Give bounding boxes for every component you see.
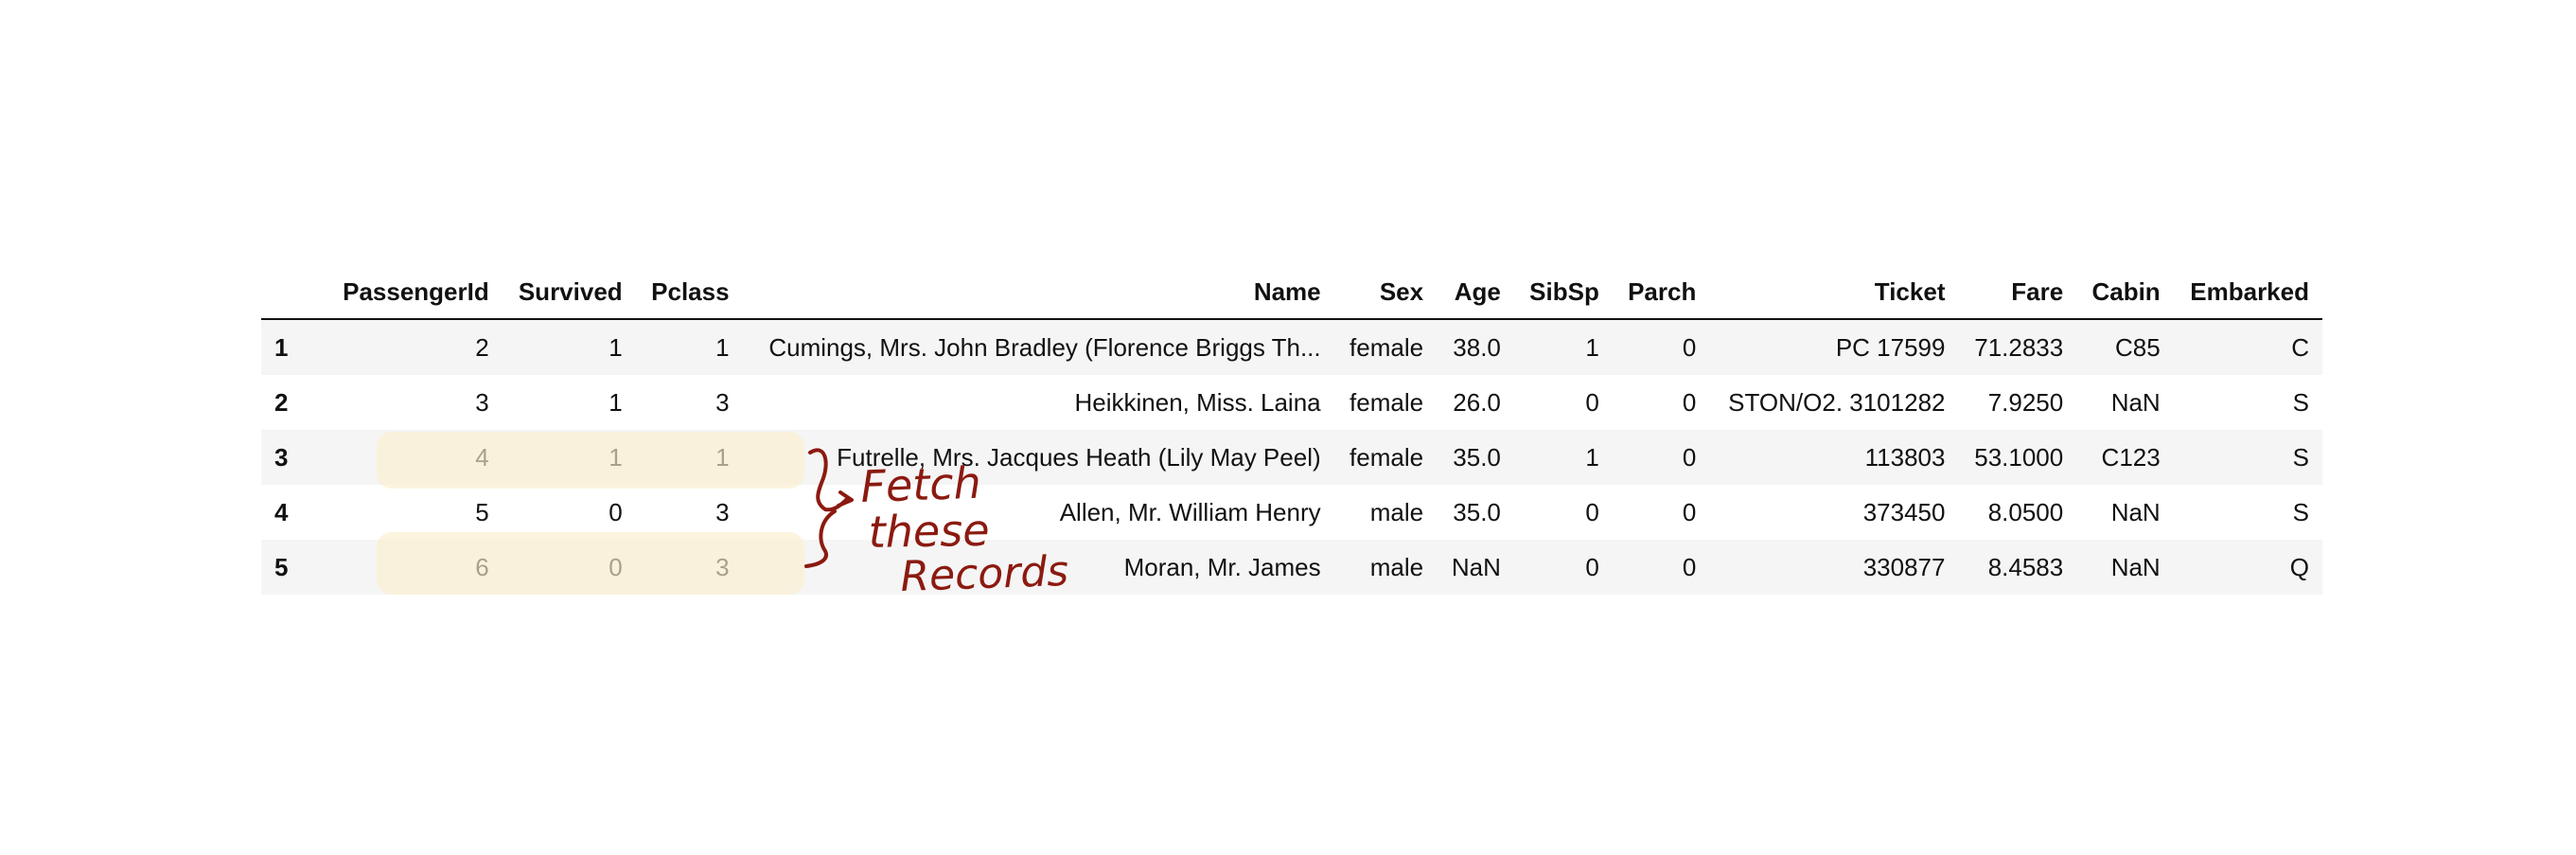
cell-pclass: 3: [715, 497, 730, 526]
cell-survived: 0: [609, 552, 623, 581]
dataframe-view: PassengerId Survived Pclass Name Sex Age…: [0, 0, 2576, 855]
cell-passengerid: 3: [475, 387, 489, 417]
cell-pclass: 3: [715, 387, 730, 417]
cell-ticket: 113803: [1864, 442, 1946, 472]
cell-survived: 1: [609, 332, 623, 362]
cell-fare: 53.1000: [1974, 442, 2064, 472]
row-index: 5: [274, 552, 289, 581]
cell-embarked: Q: [2289, 552, 2309, 581]
header-survived: Survived: [502, 265, 636, 320]
cell-age: 38.0: [1453, 332, 1501, 362]
cell-sibsp: 1: [1585, 332, 1599, 362]
cell-cabin: NaN: [2110, 387, 2161, 417]
header-passengerid: PassengerId: [326, 265, 503, 320]
table-row: 4 5 0 3 Allen, Mr. William Henry male 35…: [261, 485, 2322, 540]
cell-name: Allen, Mr. William Henry: [1059, 497, 1321, 526]
cell-fare: 7.9250: [1987, 387, 2064, 417]
table-row: 2 3 1 3 Heikkinen, Miss. Laina female 26…: [261, 375, 2322, 430]
cell-parch: 0: [1682, 442, 1697, 472]
cell-cabin: C123: [2101, 442, 2161, 472]
table-header: PassengerId Survived Pclass Name Sex Age…: [261, 265, 2322, 320]
dataframe-table: PassengerId Survived Pclass Name Sex Age…: [261, 265, 2322, 595]
cell-fare: 71.2833: [1974, 332, 2064, 362]
cell-sex: female: [1350, 387, 1424, 417]
cell-sex: female: [1350, 442, 1424, 472]
cell-sex: male: [1369, 552, 1424, 581]
header-pclass: Pclass: [635, 265, 743, 320]
cell-ticket: PC 17599: [1835, 332, 1946, 362]
table-body: 1 2 1 1 Cumings, Mrs. John Bradley (Flor…: [261, 319, 2322, 595]
header-parch: Parch: [1612, 265, 1710, 320]
cell-age: 35.0: [1453, 497, 1501, 526]
cell-survived: 0: [609, 497, 623, 526]
cell-passengerid: 2: [475, 332, 489, 362]
cell-sibsp: 1: [1585, 442, 1599, 472]
header-row: PassengerId Survived Pclass Name Sex Age…: [261, 265, 2322, 320]
cell-survived: 1: [609, 387, 623, 417]
header-sibsp: SibSp: [1513, 265, 1613, 320]
cell-sex: female: [1350, 332, 1424, 362]
header-age: Age: [1437, 265, 1514, 320]
header-embarked: Embarked: [2173, 265, 2322, 320]
cell-age: 26.0: [1453, 387, 1501, 417]
cell-cabin: NaN: [2110, 497, 2161, 526]
header-fare: Fare: [1958, 265, 2077, 320]
cell-age: 35.0: [1453, 442, 1501, 472]
cell-ticket: STON/O2. 3101282: [1728, 387, 1946, 417]
cell-survived: 1: [609, 442, 623, 472]
cell-passengerid: 4: [475, 442, 489, 472]
header-cabin: Cabin: [2076, 265, 2174, 320]
cell-name: Moran, Mr. James: [1123, 552, 1321, 581]
cell-passengerid: 6: [475, 552, 489, 581]
row-index: 3: [274, 442, 289, 472]
row-index: 4: [274, 497, 289, 526]
cell-ticket: 330877: [1862, 552, 1946, 581]
cell-embarked: S: [2292, 387, 2309, 417]
cell-passengerid: 5: [475, 497, 489, 526]
cell-pclass: 1: [715, 332, 730, 362]
row-index: 1: [274, 332, 289, 362]
cell-embarked: S: [2292, 442, 2309, 472]
cell-sex: male: [1369, 497, 1424, 526]
header-ticket: Ticket: [1709, 265, 1959, 320]
cell-embarked: S: [2292, 497, 2309, 526]
cell-name: Cumings, Mrs. John Bradley (Florence Bri…: [768, 332, 1321, 362]
cell-parch: 0: [1682, 332, 1697, 362]
cell-name: Heikkinen, Miss. Laina: [1074, 387, 1321, 417]
header-index: [261, 265, 326, 320]
cell-pclass: 3: [715, 552, 730, 581]
cell-pclass: 1: [715, 442, 730, 472]
cell-parch: 0: [1682, 497, 1697, 526]
table-row: 1 2 1 1 Cumings, Mrs. John Bradley (Flor…: [261, 319, 2322, 375]
cell-fare: 8.0500: [1987, 497, 2064, 526]
table-row: 5 6 0 3 Moran, Mr. James male NaN 0 0 33…: [261, 540, 2322, 595]
cell-parch: 0: [1682, 552, 1697, 581]
cell-sibsp: 0: [1585, 497, 1599, 526]
row-index: 2: [274, 387, 289, 417]
cell-parch: 0: [1682, 387, 1697, 417]
cell-sibsp: 0: [1585, 552, 1599, 581]
header-sex: Sex: [1333, 265, 1438, 320]
header-name: Name: [742, 265, 1334, 320]
cell-cabin: NaN: [2110, 552, 2161, 581]
cell-ticket: 373450: [1862, 497, 1946, 526]
cell-name: Futrelle, Mrs. Jacques Heath (Lily May P…: [837, 442, 1321, 472]
cell-embarked: C: [2291, 332, 2309, 362]
cell-cabin: C85: [2115, 332, 2161, 362]
cell-age: NaN: [1451, 552, 1501, 581]
cell-sibsp: 0: [1585, 387, 1599, 417]
table-row: 3 4 1 1 Futrelle, Mrs. Jacques Heath (Li…: [261, 430, 2322, 485]
cell-fare: 8.4583: [1987, 552, 2064, 581]
